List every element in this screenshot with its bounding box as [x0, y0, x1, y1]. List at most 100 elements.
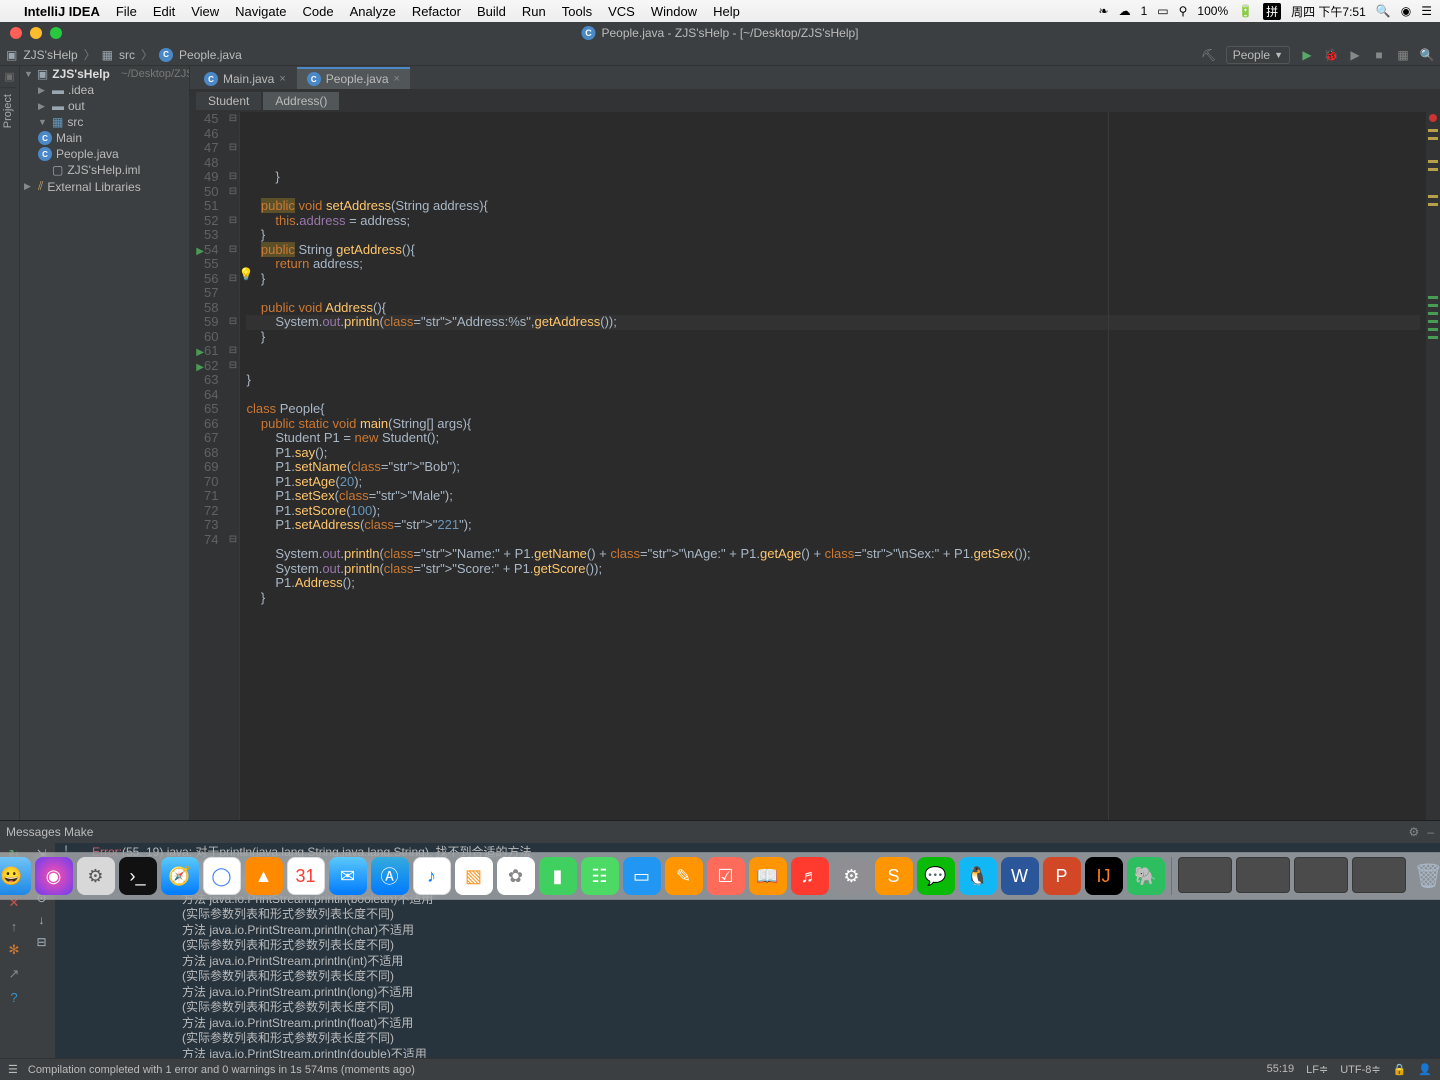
messages-content[interactable]: Error:(55, 19) java: 对于println(java.lang… [84, 843, 1440, 1058]
warning-mark[interactable] [1428, 129, 1438, 132]
crumb-project[interactable]: ZJS'sHelp [23, 48, 77, 62]
ok-mark[interactable] [1428, 304, 1438, 307]
project-tree[interactable]: ▼▣ZJS'sHelp ~/Desktop/ZJS ▶▬.idea ▶▬out … [20, 66, 190, 820]
tree-src-folder[interactable]: src [67, 115, 83, 129]
menu-refactor[interactable]: Refactor [412, 4, 461, 19]
warning-mark[interactable] [1428, 160, 1438, 163]
menu-help[interactable]: Help [713, 4, 740, 19]
run-button[interactable]: ▶ [1300, 48, 1314, 62]
hide-panel-icon[interactable]: – [1427, 825, 1434, 839]
search-everywhere-icon[interactable]: 🔍 [1420, 48, 1434, 62]
wifi-tray-icon[interactable]: ⚲ [1179, 4, 1188, 18]
make-project-icon[interactable]: ⛏ [1202, 48, 1216, 62]
menu-edit[interactable]: Edit [153, 4, 175, 19]
notification-count[interactable]: 1 [1141, 4, 1148, 18]
collapse-all-icon[interactable]: ⇱ [36, 869, 46, 883]
hector-icon[interactable]: 👤 [1418, 1063, 1432, 1076]
project-tool-window-button[interactable]: Project [0, 87, 16, 134]
tree-iml-file[interactable]: ZJS'sHelp.iml [67, 163, 140, 177]
battery-percent[interactable]: 100% [1197, 4, 1228, 18]
menu-vcs[interactable]: VCS [608, 4, 635, 19]
ok-mark[interactable] [1428, 312, 1438, 315]
menu-file[interactable]: File [116, 4, 137, 19]
breadcrumb-address[interactable]: Address() [263, 92, 339, 110]
notification-center-icon[interactable]: ☰ [1421, 4, 1432, 18]
cursor-position[interactable]: 55:19 [1267, 1063, 1295, 1076]
import-icon[interactable]: ↓ [39, 913, 45, 927]
tree-out-folder[interactable]: out [68, 99, 85, 113]
up-icon[interactable]: ↑ [11, 919, 18, 934]
debug-button[interactable]: 🐞 [1324, 48, 1338, 62]
menu-window[interactable]: Window [651, 4, 697, 19]
close-tab-icon[interactable]: × [279, 73, 285, 85]
error-indicator-icon[interactable] [1429, 114, 1437, 122]
crumb-src[interactable]: src [119, 48, 135, 62]
tree-people-file[interactable]: People.java [56, 147, 119, 161]
menu-run[interactable]: Run [522, 4, 546, 19]
settings-icon[interactable]: ✻ [9, 942, 20, 958]
left-tool-strip: ▣ Project [0, 66, 20, 820]
error-stripe[interactable] [1426, 112, 1440, 820]
ok-mark[interactable] [1428, 328, 1438, 331]
clock[interactable]: 周四 下午7:51 [1291, 3, 1366, 20]
class-icon: C [581, 26, 595, 40]
tab-main-java[interactable]: CMain.java× [194, 67, 296, 89]
help-icon[interactable]: ? [10, 990, 17, 1005]
project-structure-icon[interactable]: ▦ [1396, 48, 1410, 62]
intention-bulb-icon[interactable]: 💡 [238, 267, 253, 282]
status-icon[interactable]: ☰ [8, 1063, 18, 1076]
project-folder-icon[interactable]: ▣ [6, 48, 17, 62]
coverage-button[interactable]: ▶ [1348, 48, 1362, 62]
display-tray-icon[interactable]: ▭ [1157, 4, 1168, 18]
evernote-tray-icon[interactable]: ❧ [1099, 4, 1109, 18]
ok-mark[interactable] [1428, 336, 1438, 339]
warning-mark[interactable] [1428, 195, 1438, 198]
crumb-file[interactable]: People.java [179, 48, 242, 62]
spotlight-icon[interactable]: 🔍 [1376, 4, 1391, 18]
gear-icon[interactable]: ⚙ [1409, 825, 1420, 839]
tree-main-file[interactable]: Main [56, 131, 82, 145]
menu-code[interactable]: Code [302, 4, 333, 19]
lock-icon[interactable]: 🔒 [1393, 1063, 1407, 1076]
battery-icon[interactable]: 🔋 [1238, 4, 1253, 18]
ok-mark[interactable] [1428, 320, 1438, 323]
export-icon[interactable]: ↗ [9, 966, 20, 982]
close-window-button[interactable] [10, 27, 22, 39]
code-editor[interactable]: 454647484950515253▶54555657585960▶61▶626… [190, 112, 1440, 820]
rerun-icon[interactable]: ↻ [9, 847, 20, 863]
menu-analyze[interactable]: Analyze [350, 4, 396, 19]
expand-all-icon[interactable]: ⇲ [36, 847, 46, 861]
minimize-window-button[interactable] [30, 27, 42, 39]
maximize-window-button[interactable] [50, 27, 62, 39]
line-separator[interactable]: LF≑ [1306, 1063, 1328, 1076]
siri-icon[interactable]: ◉ [1401, 4, 1411, 18]
wechat-tray-icon[interactable]: ☁ [1119, 4, 1131, 18]
run-configuration-dropdown[interactable]: People ▼ [1226, 46, 1290, 64]
app-name[interactable]: IntelliJ IDEA [24, 4, 100, 19]
class-icon: C [307, 72, 321, 86]
window-title: People.java - ZJS'sHelp - [~/Desktop/ZJS… [601, 26, 858, 40]
messages-title[interactable]: Messages Make [6, 825, 93, 839]
menu-tools[interactable]: Tools [562, 4, 592, 19]
close-icon[interactable]: ✕ [9, 895, 20, 911]
file-encoding[interactable]: UTF-8≑ [1340, 1063, 1380, 1076]
menu-view[interactable]: View [191, 4, 219, 19]
stop-build-icon[interactable]: ↧ [9, 871, 20, 887]
pin-icon[interactable]: ⊟ [36, 935, 46, 949]
warning-mark[interactable] [1428, 203, 1438, 206]
status-message: Compilation completed with 1 error and 0… [28, 1064, 415, 1076]
tree-external-libs[interactable]: External Libraries [47, 180, 140, 194]
breadcrumb-student[interactable]: Student [196, 92, 261, 110]
autoscroll-icon[interactable]: ⊙ [36, 891, 46, 905]
menu-navigate[interactable]: Navigate [235, 4, 286, 19]
ok-mark[interactable] [1428, 296, 1438, 299]
warning-mark[interactable] [1428, 168, 1438, 171]
tree-idea-folder[interactable]: .idea [68, 83, 94, 97]
warning-mark[interactable] [1428, 137, 1438, 140]
project-root[interactable]: ZJS'sHelp [52, 67, 110, 81]
menu-build[interactable]: Build [477, 4, 506, 19]
close-tab-icon[interactable]: × [394, 73, 400, 85]
stop-button[interactable]: ■ [1372, 48, 1386, 62]
tab-people-java[interactable]: CPeople.java× [297, 67, 410, 89]
input-source-icon[interactable]: 拼 [1263, 3, 1281, 20]
